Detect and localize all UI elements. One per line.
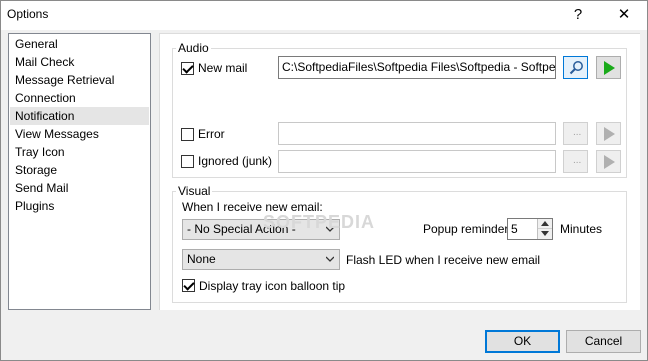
error-play-button[interactable] [596,122,621,145]
balloon-tip-checkbox[interactable] [182,279,195,292]
flash-led-value: None [187,252,216,266]
play-icon [604,155,615,169]
nav-item-message-retrieval[interactable]: Message Retrieval [10,71,149,89]
play-icon [604,61,615,75]
browse-ellipsis: ... [573,127,582,138]
popup-reminder-label: Popup reminder: [423,222,512,236]
new-mail-browse-button[interactable] [563,56,588,79]
close-button[interactable]: ✕ [601,0,647,30]
new-mail-play-button[interactable] [596,56,621,79]
nav-item-connection[interactable]: Connection [10,89,149,107]
new-mail-checkbox[interactable] [181,62,194,75]
spin-down-button[interactable] [538,229,552,239]
nav-item-tray-icon[interactable]: Tray Icon [10,143,149,161]
ignored-checkbox[interactable] [181,155,194,168]
balloon-tip-label: Display tray icon balloon tip [199,279,346,293]
flash-led-dropdown[interactable]: None [182,249,340,270]
error-label: Error [198,127,225,141]
ignored-label: Ignored (junk) [198,154,273,168]
search-icon [569,61,583,75]
spin-up-button[interactable] [538,219,552,229]
cancel-button[interactable]: Cancel [566,330,641,353]
play-icon [604,127,615,141]
nav-item-plugins[interactable]: Plugins [10,197,149,215]
ignored-sound-path[interactable] [278,150,556,173]
ignored-browse-button[interactable]: ... [563,150,588,173]
nav-item-send-mail[interactable]: Send Mail [10,179,149,197]
watermark: SOFTPEDIA [263,212,376,232]
visual-group-label: Visual [176,184,213,198]
error-sound-path[interactable] [278,122,556,145]
nav-item-mail-check[interactable]: Mail Check [10,53,149,71]
ok-button[interactable]: OK [485,330,560,353]
ignored-play-button[interactable] [596,150,621,173]
minutes-label: Minutes [560,222,603,236]
nav-item-general[interactable]: General [10,35,149,53]
popup-reminder-value: 5 [511,222,518,236]
nav-item-storage[interactable]: Storage [10,161,149,179]
popup-reminder-spinner[interactable]: 5 [507,218,553,240]
arrow-up-icon [541,221,549,226]
flash-led-label: Flash LED when I receive new email [346,253,541,267]
arrow-down-icon [541,231,549,236]
error-browse-button[interactable]: ... [563,122,588,145]
new-mail-sound-path[interactable]: C:\SoftpediaFiles\Softpedia Files\Softpe… [278,56,556,79]
chevron-down-icon [326,256,334,262]
nav-item-notification[interactable]: Notification [10,107,149,125]
title-bar: Options ? ✕ [0,0,648,30]
audio-group-label: Audio [176,41,211,55]
error-checkbox[interactable] [181,128,194,141]
browse-ellipsis: ... [573,155,582,166]
help-button[interactable]: ? [555,0,601,30]
window-title: Options [7,7,49,21]
nav-item-view-messages[interactable]: View Messages [10,125,149,143]
category-list: General Mail Check Message Retrieval Con… [8,33,151,310]
new-mail-label: New mail [198,61,248,75]
